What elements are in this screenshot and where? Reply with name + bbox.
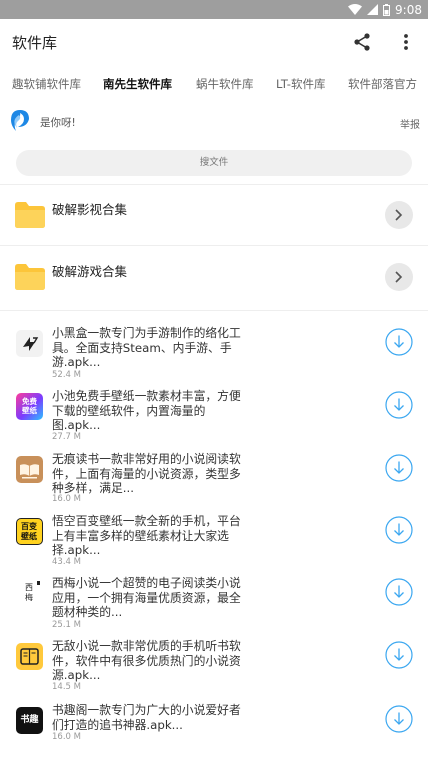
file-size: 16.0 M (52, 494, 81, 504)
folder-icon (15, 264, 45, 290)
shuqu-icon: 书趣 (16, 707, 43, 734)
list-item[interactable]: 免费 壁纸 小池免费手壁纸一款素材丰富，方便下载的壁纸软件，内置海量的图.apk… (0, 389, 428, 453)
download-icon (385, 641, 413, 669)
search-input[interactable]: 搜文件 (16, 150, 412, 176)
list-item[interactable]: 百变 壁纸 悟空百变壁纸一款全新的手机，平台上有丰富多样的壁纸素材让大家选择.a… (0, 514, 428, 578)
tab-lt[interactable]: LT-软件库 (276, 76, 325, 92)
file-size: 14.5 M (52, 682, 81, 692)
notice-bar: 是你呀! 举报 (0, 105, 428, 137)
status-time: 9:08 (395, 2, 422, 17)
icon-label: 壁纸 (21, 532, 37, 541)
battery-icon (383, 3, 391, 16)
app-description: 小池免费手壁纸一款素材丰富，方便下载的壁纸软件，内置海量的图.apk... (52, 389, 241, 433)
folder-item[interactable]: 破解影视合集 (0, 185, 428, 245)
tab-woniu[interactable]: 蜗牛软件库 (196, 76, 254, 92)
download-icon (385, 454, 413, 482)
folder-icon (15, 202, 45, 228)
book-reader-icon (16, 456, 43, 483)
open-folder-button[interactable] (385, 263, 413, 291)
wifi-icon (348, 4, 363, 15)
download-button[interactable] (385, 328, 413, 356)
download-button[interactable] (385, 578, 413, 606)
download-button[interactable] (385, 705, 413, 733)
download-icon (385, 328, 413, 356)
open-folder-button[interactable] (385, 201, 413, 229)
icon-label: 壁纸 (22, 406, 37, 415)
folder-name: 破解游戏合集 (52, 264, 128, 279)
file-size: 16.0 M (52, 732, 81, 742)
list-item[interactable]: 书趣 书趣阁一款专门为广大的小说爱好者们打造的追书神器.apk... 16.0 … (0, 703, 428, 762)
wukong-wallpaper-icon: 百变 壁纸 (16, 518, 43, 545)
download-button[interactable] (385, 641, 413, 669)
download-icon (385, 391, 413, 419)
notice-text: 是你呀! (40, 117, 76, 129)
download-button[interactable] (385, 516, 413, 544)
tab-bar: 趣软铺软件库 南先生软件库 蜗牛软件库 LT-软件库 软件部落官方 (0, 66, 428, 100)
list-item[interactable]: 小黑盒一款专门为手游制作的络化工具。全面支持Steam、内手游、手游.apk..… (0, 326, 428, 390)
app-description: 书趣阁一款专门为广大的小说爱好者们打造的追书神器.apk... (52, 703, 241, 732)
icon-label: 梅 (25, 593, 33, 602)
download-button[interactable] (385, 454, 413, 482)
heybox-icon (16, 330, 43, 357)
icon-label: 百变 (21, 522, 37, 531)
file-size: 43.4 M (52, 557, 81, 567)
file-size: 27.7 M (52, 432, 81, 442)
divider (0, 245, 428, 246)
folder-item[interactable]: 破解游戏合集 (0, 247, 428, 307)
file-size: 52.4 M (52, 370, 81, 380)
folder-name: 破解影视合集 (52, 202, 128, 217)
tab-qurp[interactable]: 趣软铺软件库 (12, 76, 81, 92)
app-description: 无敌小说一款非常优质的手机听书软件，软件中有很多优质热门的小说资源.apk... (52, 639, 241, 683)
download-icon (385, 516, 413, 544)
download-icon (385, 705, 413, 733)
app-description: 无痕读书一款非常好用的小说阅读软件，上面有海量的小说资源，类型多种多样，满足..… (52, 452, 241, 496)
share-icon[interactable] (352, 32, 372, 52)
app-bar: 软件库 (0, 19, 428, 66)
download-icon (385, 578, 413, 606)
search-label: 搜文件 (199, 157, 229, 168)
app-logo-icon (9, 109, 31, 133)
icon-label: 免费 (22, 397, 37, 406)
divider (0, 310, 428, 311)
list-item[interactable]: 无痕读书一款非常好用的小说阅读软件，上面有海量的小说资源，类型多种多样，满足..… (0, 452, 428, 516)
app-description: 小黑盒一款专门为手游制作的络化工具。全面支持Steam、内手游、手游.apk..… (52, 326, 241, 370)
download-button[interactable] (385, 391, 413, 419)
app-description: 西梅小说一个超赞的电子阅读类小说应用，一个拥有海量优质资源，最全题材种类的... (52, 576, 241, 620)
signal-icon (367, 4, 379, 15)
more-options-icon[interactable] (398, 32, 414, 52)
list-item[interactable]: 西 梅 西梅小说一个超赞的电子阅读类小说应用，一个拥有海量优质资源，最全题材种类… (0, 576, 428, 640)
list-item[interactable]: 无敌小说一款非常优质的手机听书软件，软件中有很多优质热门的小说资源.apk...… (0, 639, 428, 703)
chevron-right-icon (395, 271, 403, 283)
report-link[interactable]: 举报 (400, 116, 420, 131)
icon-label: 书趣 (20, 715, 39, 725)
page-title: 软件库 (12, 34, 58, 52)
chevron-right-icon (395, 209, 403, 221)
novel-icon (16, 643, 43, 670)
tab-buluo[interactable]: 软件部落官方 (348, 76, 417, 92)
file-size: 25.1 M (52, 620, 81, 630)
ximei-icon: 西 梅 (16, 580, 43, 607)
status-bar: 9:08 (0, 0, 428, 19)
tab-nanxiansheng[interactable]: 南先生软件库 (103, 76, 172, 92)
wallpaper-icon: 免费 壁纸 (16, 393, 43, 420)
app-description: 悟空百变壁纸一款全新的手机，平台上有丰富多样的壁纸素材让大家选择.apk... (52, 514, 241, 558)
